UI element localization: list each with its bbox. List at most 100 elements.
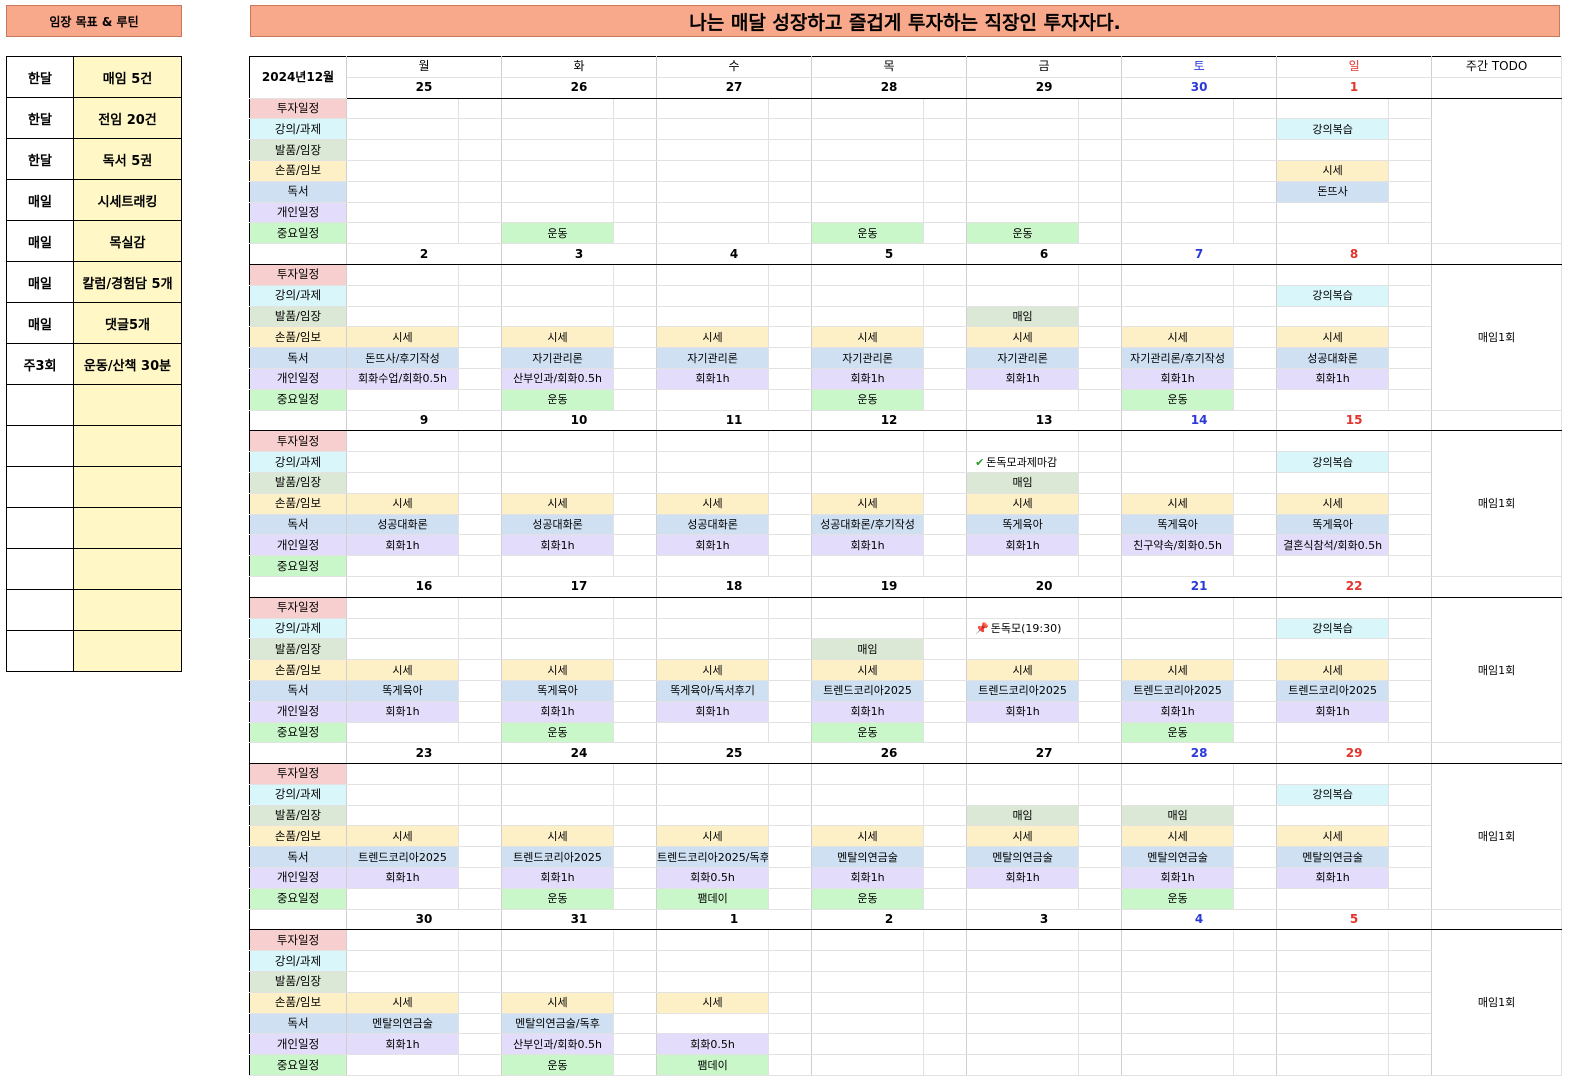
calendar-cell[interactable] bbox=[1276, 430, 1390, 453]
calendar-cell-extra[interactable] bbox=[613, 534, 658, 557]
calendar-cell[interactable] bbox=[1121, 1013, 1235, 1035]
calendar-cell-extra[interactable] bbox=[1388, 784, 1433, 806]
calendar-event[interactable]: 운동 bbox=[501, 222, 615, 245]
calendar-cell[interactable] bbox=[501, 784, 615, 806]
calendar-event[interactable]: 똑게육아/독서후기 bbox=[656, 680, 770, 702]
calendar-cell-extra[interactable] bbox=[923, 846, 968, 869]
calendar-cell[interactable] bbox=[656, 306, 770, 328]
calendar-cell[interactable] bbox=[811, 306, 925, 328]
calendar-cell-extra[interactable] bbox=[1388, 722, 1433, 744]
calendar-cell[interactable] bbox=[1276, 971, 1390, 993]
calendar-cell-extra[interactable] bbox=[613, 846, 658, 869]
calendar-cell-extra[interactable] bbox=[768, 306, 813, 328]
calendar-cell[interactable] bbox=[346, 555, 459, 577]
calendar-event[interactable]: 운동 bbox=[501, 722, 615, 744]
calendar-cell[interactable] bbox=[811, 929, 925, 952]
calendar-cell-extra[interactable] bbox=[923, 888, 968, 910]
calendar-cell-extra[interactable] bbox=[1233, 1033, 1278, 1056]
calendar-cell-extra[interactable] bbox=[923, 867, 968, 889]
calendar-cell[interactable] bbox=[346, 638, 459, 661]
calendar-cell[interactable] bbox=[1276, 597, 1390, 619]
calendar-cell-extra[interactable] bbox=[613, 638, 658, 661]
calendar-cell-extra[interactable] bbox=[1078, 846, 1123, 869]
calendar-cell[interactable] bbox=[501, 763, 615, 785]
calendar-cell[interactable] bbox=[966, 389, 1080, 411]
calendar-cell-extra[interactable] bbox=[1388, 680, 1433, 702]
calendar-cell-extra[interactable] bbox=[458, 950, 503, 973]
calendar-cell-extra[interactable] bbox=[613, 950, 658, 973]
calendar-cell-extra[interactable] bbox=[458, 181, 503, 203]
calendar-event[interactable]: 시세 bbox=[1276, 493, 1390, 515]
calendar-cell-extra[interactable] bbox=[1078, 555, 1123, 577]
calendar-cell-extra[interactable] bbox=[458, 389, 503, 411]
goal-frequency[interactable] bbox=[6, 548, 74, 590]
calendar-cell-extra[interactable] bbox=[1233, 493, 1278, 515]
calendar-cell[interactable] bbox=[346, 472, 459, 494]
calendar-event[interactable]: 시세 bbox=[501, 825, 615, 848]
calendar-event[interactable]: 회화1h bbox=[656, 701, 770, 723]
calendar-cell[interactable] bbox=[1121, 306, 1235, 328]
calendar-cell-extra[interactable] bbox=[1388, 347, 1433, 369]
calendar-cell-extra[interactable] bbox=[923, 722, 968, 744]
calendar-event[interactable]: 매임 bbox=[966, 306, 1080, 328]
goal-frequency[interactable] bbox=[6, 589, 74, 631]
calendar-event[interactable]: 트렌드코리아2025 bbox=[501, 846, 615, 869]
calendar-cell-extra[interactable] bbox=[1388, 306, 1433, 328]
calendar-cell-extra[interactable] bbox=[458, 1054, 503, 1077]
calendar-cell[interactable] bbox=[1276, 929, 1390, 952]
calendar-cell-extra[interactable] bbox=[1388, 389, 1433, 411]
calendar-event[interactable]: 회화1h bbox=[811, 701, 925, 723]
calendar-cell[interactable] bbox=[1121, 638, 1235, 661]
calendar-event[interactable]: 회화1h bbox=[346, 1033, 459, 1056]
calendar-cell-extra[interactable] bbox=[613, 805, 658, 827]
calendar-cell[interactable] bbox=[656, 805, 770, 827]
calendar-cell-extra[interactable] bbox=[768, 763, 813, 785]
calendar-cell-extra[interactable] bbox=[458, 659, 503, 681]
calendar-cell[interactable] bbox=[1121, 285, 1235, 307]
goal-frequency[interactable] bbox=[6, 384, 74, 426]
calendar-cell-extra[interactable] bbox=[768, 825, 813, 848]
calendar-cell-extra[interactable] bbox=[923, 326, 968, 349]
calendar-event[interactable]: 운동 bbox=[811, 222, 925, 245]
calendar-cell-extra[interactable] bbox=[1388, 597, 1433, 619]
calendar-cell-extra[interactable] bbox=[1078, 326, 1123, 349]
calendar-cell[interactable] bbox=[811, 181, 925, 203]
calendar-cell[interactable] bbox=[966, 139, 1080, 161]
calendar-event[interactable]: 시세 bbox=[501, 326, 615, 349]
calendar-cell-extra[interactable] bbox=[458, 493, 503, 515]
calendar-event[interactable]: 매임 bbox=[811, 638, 925, 661]
goal-text[interactable]: 목실감 bbox=[73, 220, 182, 262]
calendar-cell-extra[interactable] bbox=[768, 451, 813, 473]
calendar-cell-extra[interactable] bbox=[923, 1033, 968, 1056]
calendar-cell-extra[interactable] bbox=[1388, 950, 1433, 973]
calendar-cell-extra[interactable] bbox=[1078, 597, 1123, 619]
calendar-cell-extra[interactable] bbox=[613, 1054, 658, 1077]
calendar-cell-extra[interactable] bbox=[1233, 805, 1278, 827]
calendar-cell[interactable] bbox=[811, 992, 925, 1014]
calendar-event[interactable]: 회화1h bbox=[346, 534, 459, 557]
calendar-event[interactable]: 강의복습 bbox=[1276, 118, 1390, 141]
calendar-cell-extra[interactable] bbox=[923, 950, 968, 973]
calendar-cell-extra[interactable] bbox=[458, 888, 503, 910]
calendar-event[interactable]: 멘탈의연금술/독후 bbox=[501, 1013, 615, 1035]
calendar-event[interactable]: 회화1h bbox=[1121, 368, 1235, 390]
calendar-cell[interactable] bbox=[656, 618, 770, 640]
calendar-cell-extra[interactable] bbox=[923, 306, 968, 328]
calendar-cell-extra[interactable] bbox=[1078, 888, 1123, 910]
calendar-cell[interactable] bbox=[811, 160, 925, 182]
calendar-cell-extra[interactable] bbox=[923, 472, 968, 494]
goal-frequency[interactable]: 한달 bbox=[6, 138, 74, 180]
calendar-cell-extra[interactable] bbox=[1233, 618, 1278, 640]
calendar-event[interactable]: 자기관리론 bbox=[811, 347, 925, 369]
calendar-cell-extra[interactable] bbox=[768, 160, 813, 182]
calendar-cell-extra[interactable] bbox=[923, 347, 968, 369]
calendar-cell-extra[interactable] bbox=[1233, 264, 1278, 286]
calendar-cell-extra[interactable] bbox=[1388, 846, 1433, 869]
calendar-event[interactable]: 팸데이 bbox=[656, 1054, 770, 1077]
calendar-cell-extra[interactable] bbox=[1078, 181, 1123, 203]
calendar-cell[interactable] bbox=[811, 618, 925, 640]
calendar-cell-extra[interactable] bbox=[1233, 992, 1278, 1014]
calendar-cell-extra[interactable] bbox=[768, 222, 813, 245]
calendar-event[interactable]: 매임 bbox=[966, 805, 1080, 827]
calendar-cell-extra[interactable] bbox=[1078, 618, 1123, 640]
